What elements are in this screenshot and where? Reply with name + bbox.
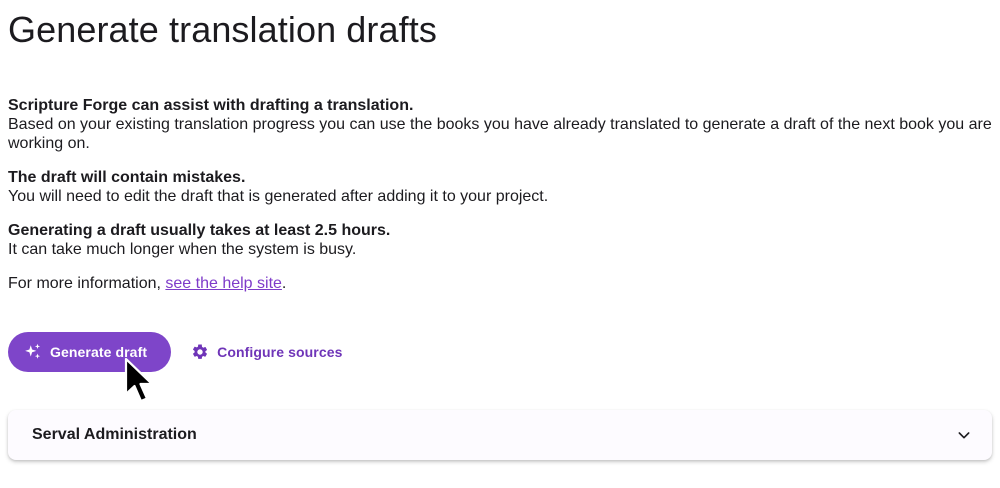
configure-sources-label: Configure sources xyxy=(217,344,343,360)
info-paragraph: The draft will contain mistakes. You wil… xyxy=(8,168,992,206)
info-heading: The draft will contain mistakes. xyxy=(8,169,246,186)
help-prefix: For more information, xyxy=(8,275,166,292)
info-body: It can take much longer when the system … xyxy=(8,241,357,258)
generate-draft-label: Generate draft xyxy=(50,344,148,360)
help-paragraph: For more information, see the help site. xyxy=(8,274,992,293)
generate-draft-button[interactable]: Generate draft xyxy=(8,332,172,372)
help-suffix: . xyxy=(281,275,287,292)
info-heading: Generating a draft usually takes at leas… xyxy=(8,222,391,239)
info-heading: Scripture Forge can assist with drafting… xyxy=(8,97,414,114)
serval-administration-panel[interactable]: Serval Administration xyxy=(8,410,992,460)
page: Generate translation drafts Scripture Fo… xyxy=(0,0,1000,488)
info-paragraph: Scripture Forge can assist with drafting… xyxy=(8,96,992,153)
info-section: Scripture Forge can assist with drafting… xyxy=(8,96,992,308)
chevron-down-icon[interactable] xyxy=(956,427,972,443)
info-body: You will need to edit the draft that is … xyxy=(8,188,549,205)
configure-sources-button[interactable]: Configure sources xyxy=(179,332,354,372)
info-body: Based on your existing translation progr… xyxy=(8,116,992,152)
panel-title: Serval Administration xyxy=(32,426,197,443)
page-title: Generate translation drafts xyxy=(8,9,437,50)
gear-icon xyxy=(193,344,208,359)
sparkle-icon xyxy=(25,343,41,359)
info-paragraph: Generating a draft usually takes at leas… xyxy=(8,221,992,259)
draft-actions: Generate draft Configure sources xyxy=(8,332,355,372)
help-site-link[interactable]: see the help site xyxy=(165,275,282,292)
